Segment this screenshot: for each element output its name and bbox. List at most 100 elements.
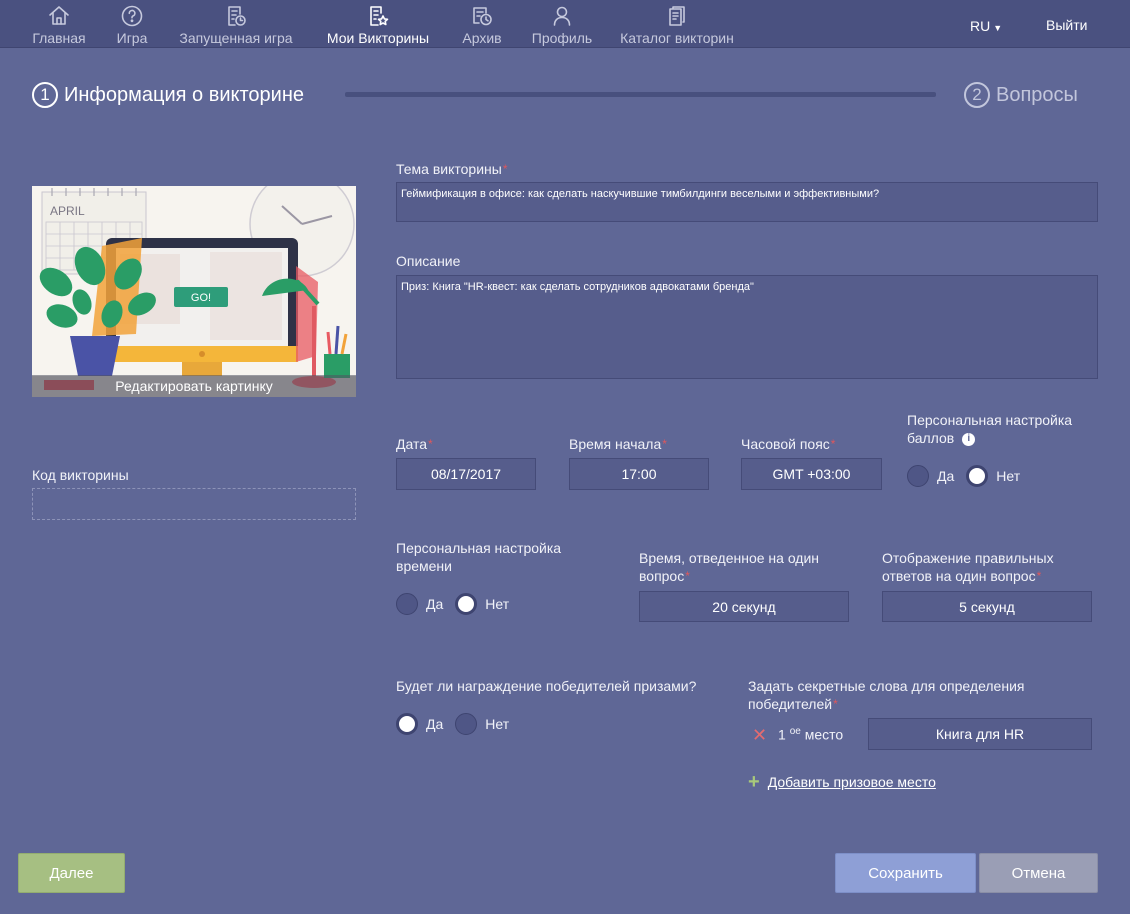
calendar-month: APRIL: [50, 204, 85, 218]
language-value: RU: [970, 18, 991, 34]
date-label: Дата*: [396, 435, 433, 453]
catalog-icon: [669, 6, 685, 26]
radio-button[interactable]: [455, 593, 478, 615]
nav-label: Профиль: [531, 30, 593, 46]
timezone-label: Часовой пояс*: [741, 435, 835, 453]
nav-item-home[interactable]: Главная: [30, 0, 88, 48]
required-marker: *: [428, 437, 433, 451]
office-illustration: APRIL GO!: [32, 186, 356, 397]
prizes-no[interactable]: Нет: [455, 713, 509, 735]
step-label: Вопросы: [996, 83, 1078, 106]
radio-button[interactable]: [396, 593, 418, 615]
home-icon: [49, 6, 69, 25]
required-marker: *: [662, 437, 667, 451]
radio-label: Да: [426, 716, 444, 732]
edit-image-caption[interactable]: Редактировать картинку: [32, 375, 356, 397]
language-select[interactable]: RU ▼: [970, 18, 1002, 34]
nav-item-archive[interactable]: Архив: [460, 0, 504, 48]
answers-display-select[interactable]: 5 секунд: [882, 591, 1092, 622]
running-game-icon: [228, 6, 246, 26]
logout-link[interactable]: Выйти: [1046, 17, 1087, 33]
start-time-label: Время начала*: [569, 435, 667, 453]
quiz-code-input[interactable]: [32, 488, 356, 520]
place-label: 1 ое место: [778, 726, 843, 743]
answers-display-label-text: Отображение правильных ответов на один в…: [882, 550, 1054, 584]
top-navigation: Главная Игра Запущенная игра Мои Виктори…: [0, 0, 1130, 48]
nav-label: Игра: [116, 30, 148, 46]
time-settings-yes[interactable]: Да: [396, 593, 443, 615]
description-label: Описание: [396, 253, 461, 269]
time-settings-no[interactable]: Нет: [455, 593, 509, 615]
add-prize-place-text: Добавить призовое место: [767, 774, 936, 790]
step-info[interactable]: 1 Информация о викторине: [32, 82, 304, 108]
time-per-question-label-text: Время, отведенное на один вопрос: [639, 550, 820, 584]
radio-button[interactable]: [455, 713, 478, 735]
save-button[interactable]: Сохранить: [835, 853, 976, 893]
nav-item-running-game[interactable]: Запущенная игра: [176, 0, 296, 48]
timezone-select[interactable]: GMT +03:00: [741, 458, 882, 490]
theme-label: Тема викторины*: [396, 160, 508, 178]
profile-icon: [553, 6, 571, 26]
radio-label: Нет: [485, 716, 510, 732]
answers-display-label: Отображение правильных ответов на один в…: [882, 549, 1092, 585]
description-textarea[interactable]: Приз: Книга "HR-квест: как сделать сотру…: [396, 275, 1098, 379]
step-number: 1: [32, 82, 58, 108]
quiz-cover-image[interactable]: APRIL GO! Редактировать картинку: [32, 186, 356, 397]
radio-label: Нет: [996, 468, 1021, 484]
radio-label: Нет: [485, 596, 510, 612]
required-marker: *: [1036, 569, 1042, 583]
score-settings-yes[interactable]: Да: [907, 465, 954, 487]
date-input[interactable]: 08/17/2017: [396, 458, 536, 490]
theme-label-text: Тема викторины: [396, 161, 502, 177]
radio-label: Да: [937, 468, 955, 484]
prizes-radio-group: Да Нет: [396, 713, 521, 735]
nav-item-catalog[interactable]: Каталог викторин: [616, 0, 738, 48]
quiz-code-label: Код викторины: [32, 467, 129, 483]
score-settings-radio-group: Да Нет: [907, 465, 1032, 487]
step-progress-bar: [345, 92, 936, 97]
required-marker: *: [685, 569, 690, 583]
place-number: 1: [778, 726, 786, 743]
theme-input[interactable]: Геймификация в офисе: как сделать наскуч…: [396, 182, 1098, 222]
screen-button-text: GO!: [191, 292, 211, 304]
radio-label: Да: [426, 596, 444, 612]
time-settings-radio-group: Да Нет: [396, 593, 521, 615]
start-time-input[interactable]: 17:00: [569, 458, 709, 490]
prizes-yes[interactable]: Да: [396, 713, 443, 735]
nav-item-game[interactable]: Игра: [112, 0, 152, 48]
cancel-button[interactable]: Отмена: [979, 853, 1098, 893]
secret-words-label: Задать секретные слова для определения п…: [748, 677, 1078, 713]
nav-label: Архив: [462, 30, 502, 46]
question-icon: [121, 5, 143, 27]
start-time-label-text: Время начала: [569, 436, 662, 452]
nav-label: Главная: [32, 30, 86, 46]
nav-label: Мои Викторины: [326, 30, 430, 46]
radio-button[interactable]: [907, 465, 929, 487]
plus-icon: +: [748, 771, 760, 793]
secret-word-input[interactable]: Книга для HR: [868, 718, 1092, 750]
archive-icon: [473, 7, 492, 26]
next-button[interactable]: Далее: [18, 853, 125, 893]
required-marker: *: [830, 437, 836, 451]
radio-button[interactable]: [396, 713, 418, 735]
chevron-down-icon: ▼: [993, 23, 1003, 33]
nav-label: Каталог викторин: [620, 30, 734, 46]
nav-item-my-quizzes[interactable]: Мои Викторины: [322, 0, 434, 48]
score-settings-label-text: Персональная настройка баллов: [907, 412, 1073, 446]
secret-words-label-text: Задать секретные слова для определения п…: [748, 678, 1025, 712]
required-marker: *: [502, 162, 508, 176]
place-word: место: [804, 726, 844, 743]
remove-place-icon[interactable]: ✕: [752, 725, 767, 746]
score-settings-no[interactable]: Нет: [966, 465, 1020, 487]
nav-label: Запущенная игра: [179, 30, 293, 46]
my-quizzes-icon: [370, 6, 389, 26]
nav-item-profile[interactable]: Профиль: [530, 0, 594, 48]
required-marker: *: [833, 697, 838, 711]
info-icon[interactable]: i: [962, 432, 976, 446]
radio-button[interactable]: [966, 465, 989, 487]
step-number: 2: [964, 82, 990, 108]
add-prize-place-link[interactable]: + Добавить призовое место: [748, 771, 936, 793]
prizes-label: Будет ли награждение победителей призами…: [396, 678, 697, 694]
time-per-question-select[interactable]: 20 секунд: [639, 591, 849, 622]
step-questions[interactable]: 2 Вопросы: [964, 82, 1078, 108]
